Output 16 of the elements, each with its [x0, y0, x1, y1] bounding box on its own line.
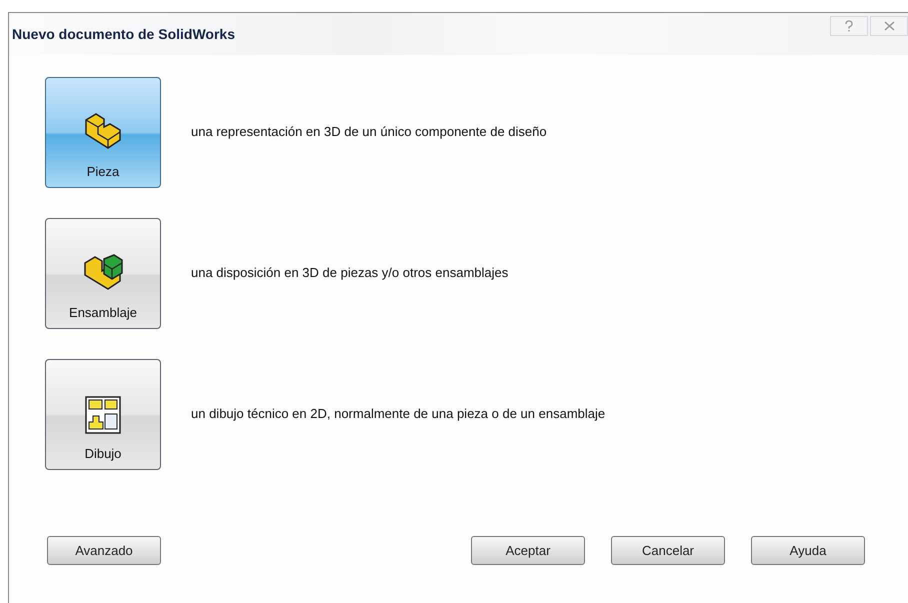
- close-icon: [884, 21, 894, 31]
- close-button[interactable]: [870, 16, 908, 36]
- dialog-button[interactable]: Aceptar: [471, 536, 585, 564]
- help-button[interactable]: [830, 16, 868, 36]
- document-type-description: un dibujo técnico en 2D, normalmente de una pieza o de un ensamblaje: [191, 406, 606, 421]
- help-icon: [844, 20, 854, 32]
- document-type-button[interactable]: Ensamblaje: [45, 218, 161, 329]
- dialog-button[interactable]: Ayuda: [751, 536, 865, 564]
- drawing-sheet-icon: [85, 396, 121, 434]
- document-type-description: una disposición en 3D de piezas y/o otros ensamblajes: [191, 265, 508, 280]
- dialog-button[interactable]: Cancelar: [611, 536, 725, 564]
- dialog-button[interactable]: Avanzado: [47, 536, 161, 564]
- document-type-button[interactable]: Pieza: [45, 77, 161, 188]
- window-title: Nuevo documento de SolidWorks: [12, 26, 235, 42]
- document-type-description: una representación en 3D de un único componente de diseño: [191, 124, 547, 139]
- document-type-button[interactable]: Dibujo: [45, 359, 161, 470]
